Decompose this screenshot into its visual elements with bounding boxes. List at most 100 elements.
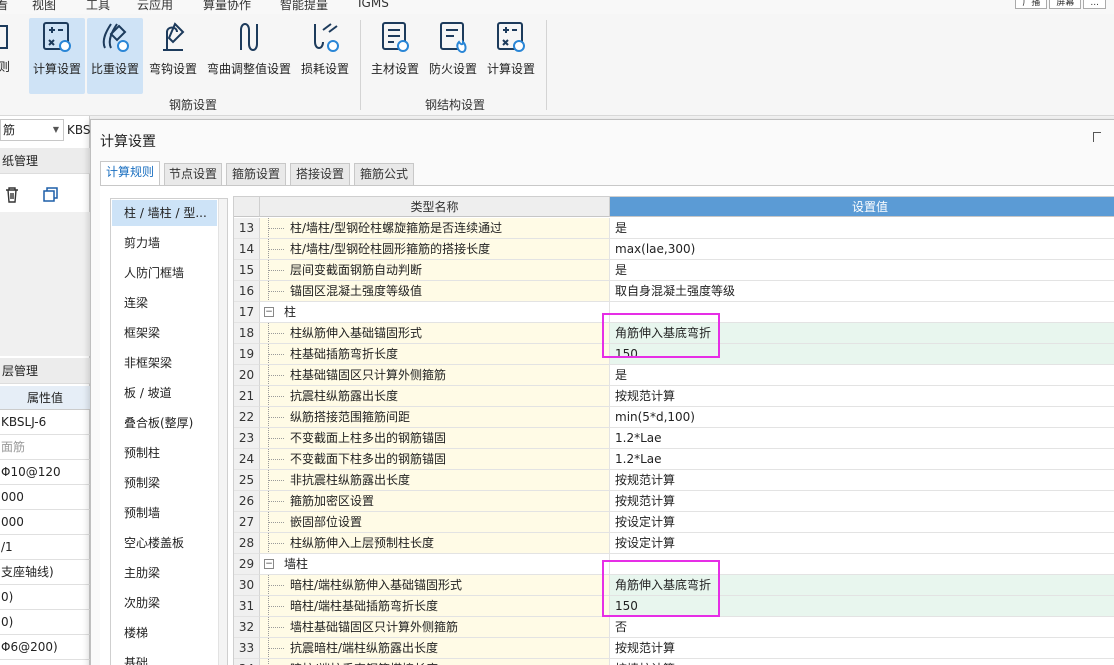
close-icon[interactable] [1093, 132, 1101, 142]
tab-node-settings[interactable]: 节点设置 [164, 163, 222, 185]
setting-value-cell[interactable]: 角筋伸入基底弯折 [610, 323, 1114, 344]
setting-value-cell[interactable]: 取自身混凝土强度等级 [610, 281, 1114, 302]
property-value-cell[interactable]: 000 [0, 485, 90, 510]
menu-item-cloud[interactable]: 云应用 [137, 0, 173, 13]
setting-value-cell[interactable]: 150 [610, 596, 1114, 617]
property-value-cell[interactable]: Φ10@120 [0, 460, 90, 485]
property-value-cell[interactable]: 000 [0, 510, 90, 535]
setting-value-cell[interactable]: 按墙柱计算 [610, 659, 1114, 665]
partial-icon [0, 25, 8, 49]
tree-branch [268, 585, 284, 586]
category-item[interactable]: 预制梁 [112, 470, 217, 496]
tab-stirrup-settings[interactable]: 箍筋设置 [226, 163, 286, 185]
fireproof-settings-button[interactable]: 防火设置 [426, 18, 480, 94]
tree-branch [268, 480, 284, 481]
collapse-icon[interactable]: − [264, 307, 274, 317]
left-panel: 筋 ▼ KBS 纸管理 层管理 属性值 KBSLJ-6 面筋 Φ10@120 000 0… [0, 116, 91, 665]
property-value-cell[interactable]: Φ6@200) [0, 635, 90, 660]
table-row: 18 柱纵筋伸入基础锚固形式 角筋伸入基底弯折 [234, 323, 1114, 344]
property-value-cell[interactable]: 面筋 [0, 435, 90, 460]
category-item[interactable]: 空心楼盖板 [112, 530, 217, 556]
setting-value-cell[interactable]: 是 [610, 218, 1114, 239]
setting-value-cell[interactable]: 是 [610, 365, 1114, 386]
component-name-field[interactable]: KBS [67, 119, 91, 141]
setting-value-cell[interactable]: 1.2*Lae [610, 428, 1114, 449]
tab-lap-settings[interactable]: 搭接设置 [290, 163, 350, 185]
loss-settings-button[interactable]: 损耗设置 [298, 18, 352, 94]
setting-value-cell[interactable]: 1.2*Lae [610, 449, 1114, 470]
setting-value-cell[interactable]: 按设定计算 [610, 512, 1114, 533]
category-item[interactable]: 楼梯 [112, 620, 217, 646]
menu-bar: 看 视图 工具 云应用 算量协作 智能提量 IGMS 广播 屏幕 ... [0, 0, 1114, 14]
category-item[interactable]: 预制柱 [112, 440, 217, 466]
category-item[interactable]: 框架梁 [112, 320, 217, 346]
setting-value-cell[interactable]: 按规范计算 [610, 470, 1114, 491]
screen-button[interactable]: 屏幕 [1049, 0, 1082, 9]
setting-value-cell[interactable]: 按设定计算 [610, 533, 1114, 554]
category-item[interactable]: 柱 / 墙柱 / 型... [112, 200, 217, 226]
row-number: 27 [234, 512, 260, 533]
category-item[interactable]: 主肋梁 [112, 560, 217, 586]
table-row: 19 柱基础插筋弯折长度 150 [234, 344, 1114, 365]
row-number: 15 [234, 260, 260, 281]
setting-value-cell[interactable]: 是 [610, 260, 1114, 281]
property-value-cell[interactable]: 0) [0, 610, 90, 635]
broadcast-button[interactable]: 广播 [1015, 0, 1048, 9]
setting-value-cell[interactable]: 150 [610, 344, 1114, 365]
category-item[interactable]: 基础 [112, 650, 217, 665]
setting-name-text: 柱纵筋伸入上层预制柱长度 [290, 536, 435, 550]
menu-item-0[interactable]: 看 [0, 0, 8, 13]
category-scrollbar[interactable] [218, 199, 227, 665]
setting-name: 柱纵筋伸入上层预制柱长度 [260, 533, 610, 554]
menu-item-collab[interactable]: 算量协作 [203, 0, 251, 13]
density-settings-button[interactable]: 比重设置 [87, 18, 143, 94]
tab-stirrup-formula[interactable]: 箍筋公式 [354, 163, 414, 185]
property-value-header: 属性值 [0, 386, 90, 410]
group-label-rebar: 钢筋设置 [169, 98, 218, 112]
category-item[interactable]: 叠合板(整厚) [112, 410, 217, 436]
setting-value-cell[interactable]: 角筋伸入基底弯折 [610, 575, 1114, 596]
delete-icon[interactable] [4, 186, 20, 204]
table-row: 25 非抗震柱纵筋露出长度 按规范计算 [234, 470, 1114, 491]
property-value-cell[interactable]: 支座轴线) [0, 560, 90, 585]
collapse-icon[interactable]: − [264, 559, 274, 569]
category-item[interactable]: 预制墙 [112, 500, 217, 526]
category-item[interactable]: 次肋梁 [112, 590, 217, 616]
table-row: 21 抗震柱纵筋露出长度 按规范计算 [234, 386, 1114, 407]
property-value-cell[interactable]: KBSLJ-6 [0, 410, 90, 435]
tab-calc-rules[interactable]: 计算规则 [100, 161, 160, 186]
setting-value-cell[interactable]: 按规范计算 [610, 491, 1114, 512]
main-material-button[interactable]: 主材设置 [368, 18, 422, 94]
menu-item-view[interactable]: 视图 [32, 0, 56, 13]
copy-icon[interactable] [42, 186, 60, 204]
setting-value-cell[interactable]: 按规范计算 [610, 386, 1114, 407]
menu-item-smart[interactable]: 智能提量 [280, 0, 328, 13]
property-value-cell[interactable]: 0) [0, 585, 90, 610]
category-item[interactable]: 人防门框墙 [112, 260, 217, 286]
table-row: 31 暗柱/端柱基础插筋弯折长度 150 [234, 596, 1114, 617]
ribbon-partial-button[interactable]: 则 [0, 18, 14, 94]
setting-name-text: 锚固区混凝土强度等级值 [290, 284, 423, 298]
more-button[interactable]: ... [1083, 0, 1106, 9]
setting-value-cell[interactable]: 否 [610, 617, 1114, 638]
setting-value-cell[interactable]: min(5*d,100) [610, 407, 1114, 428]
category-item[interactable]: 剪力墙 [112, 230, 217, 256]
menu-item-tools[interactable]: 工具 [86, 0, 110, 13]
row-number: 25 [234, 470, 260, 491]
category-item[interactable]: 板 / 坡道 [112, 380, 217, 406]
hook-settings-button[interactable]: 弯钩设置 [145, 18, 201, 94]
layer-management-header[interactable]: 层管理 [0, 358, 90, 384]
steel-calc-settings-button[interactable]: 计算设置 [484, 18, 538, 94]
category-item[interactable]: 连梁 [112, 290, 217, 316]
component-type-dropdown[interactable]: 筋 ▼ [0, 119, 64, 141]
drawing-management-header[interactable]: 纸管理 [0, 148, 90, 174]
setting-value-cell[interactable]: 按规范计算 [610, 638, 1114, 659]
category-item[interactable]: 非框架梁 [112, 350, 217, 376]
row-number: 14 [234, 239, 260, 260]
calc-settings-button[interactable]: 计算设置 [29, 18, 85, 94]
setting-name-text: 墙柱 [284, 557, 309, 571]
bend-adjust-button[interactable]: 弯曲调整值设置 [205, 18, 293, 94]
property-value-cell[interactable]: /1 [0, 535, 90, 560]
menu-item-igms[interactable]: IGMS [358, 0, 389, 10]
setting-value-cell[interactable]: max(lae,300) [610, 239, 1114, 260]
